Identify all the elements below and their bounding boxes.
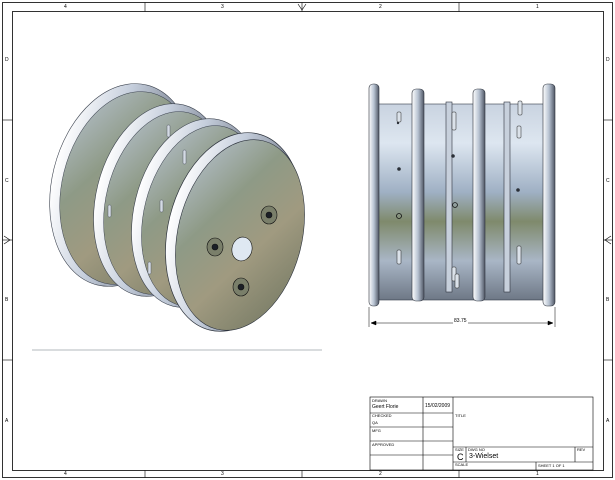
drawing-sheet <box>2 2 613 478</box>
drawn-date: 15/02/2009 <box>425 403 451 409</box>
zone-right-a: A <box>606 418 610 424</box>
zone-top-3: 3 <box>221 4 224 10</box>
zone-right-b: B <box>606 297 610 303</box>
zone-right-c: C <box>606 178 610 184</box>
zone-left-b: B <box>5 297 9 303</box>
iso-view <box>32 83 322 351</box>
drawn-label: DRAWN <box>372 398 387 403</box>
sheet-text: SHEET 1 OF 1 <box>538 463 565 468</box>
zone-bottom-3: 3 <box>221 471 224 477</box>
side-view <box>368 83 556 327</box>
approved-label: APPROVED <box>372 442 395 447</box>
zone-bottom-1: 1 <box>536 471 539 477</box>
checked-label: CHECKED <box>372 413 392 418</box>
qa-label: QA <box>372 420 378 425</box>
dimension-label: 83.75 <box>453 318 468 324</box>
rev-label: REV <box>577 447 586 452</box>
drawn-name: Geert Florie <box>372 404 399 410</box>
zone-top-2: 2 <box>379 4 382 10</box>
zone-left-d: D <box>5 57 9 63</box>
title-label: TITLE <box>455 413 466 418</box>
mfg-label: MFG <box>372 428 381 433</box>
size-value: C <box>457 452 464 462</box>
zone-left-a: A <box>5 418 9 424</box>
zone-top-4: 4 <box>64 4 67 10</box>
zone-left-c: C <box>5 178 9 184</box>
dwg-no-value: 3-Wielset <box>469 453 499 460</box>
zone-bottom-4: 4 <box>64 471 67 477</box>
scale-label: SCALE <box>455 462 469 467</box>
dwg-no-label: DWG NO <box>468 447 485 452</box>
zone-right-d: D <box>606 57 610 63</box>
zone-top-1: 1 <box>536 4 539 10</box>
zone-bottom-2: 2 <box>379 471 382 477</box>
